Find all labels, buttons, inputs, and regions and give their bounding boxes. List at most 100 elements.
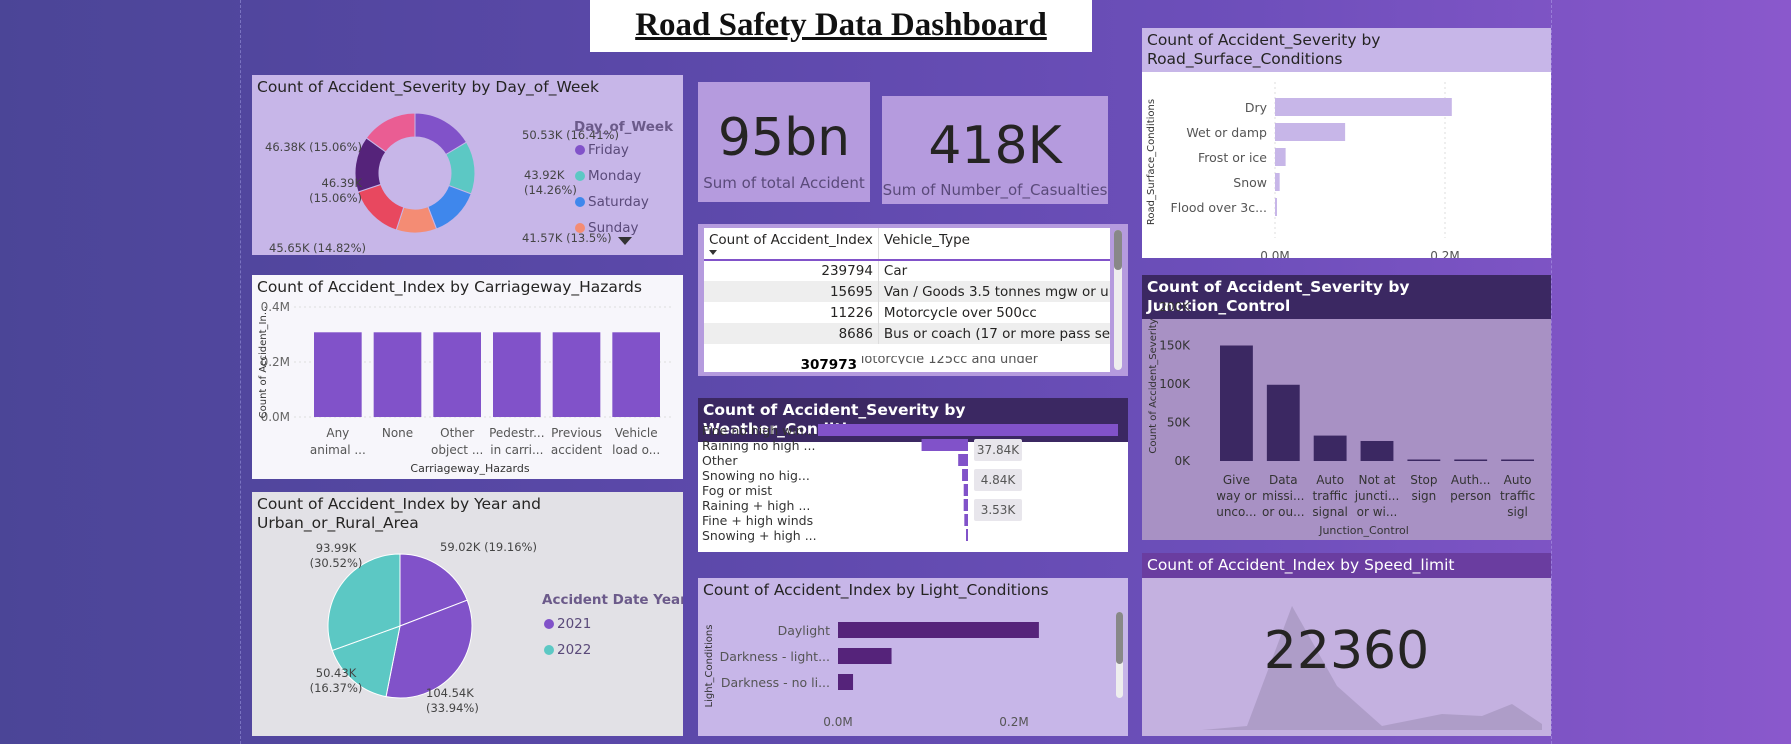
y-tick-label: 100K	[1159, 377, 1191, 391]
x-tick-label: Auto	[1316, 473, 1344, 487]
vehicle-table-frame: Count of Accident_Index Vehicle_Type 239…	[704, 228, 1110, 372]
legend-scroll-down-icon[interactable]	[618, 237, 632, 245]
y-axis-title: Road_Surface_Conditions	[1146, 99, 1157, 225]
road-surface-chart[interactable]: 0.0M 0.2M Dry Wet or damp Frost or ice Snow Fl…	[1142, 72, 1551, 258]
data-label: (14.26%)	[524, 183, 577, 197]
casualties-value: 418K	[928, 116, 1062, 176]
bar-6	[1501, 459, 1534, 461]
junction-panel[interactable]: Count of Accident_Severity by Junction_C…	[1142, 275, 1551, 540]
junction-chart[interactable]: 0K 50K 100K 150K 200KCount of Accident_Sever…	[1142, 298, 1551, 540]
x-tick-label: accident	[551, 443, 602, 457]
bar-0	[1275, 98, 1452, 116]
legend-item: Monday	[588, 168, 641, 184]
year-area-panel[interactable]: Count of Accident_Index by Year and Urba…	[252, 492, 683, 736]
speed-value: 22360	[1263, 621, 1430, 681]
y-tick-label: Snowing no hig...	[702, 468, 810, 483]
data-label: 3.53K	[981, 503, 1017, 517]
table-scrollbar-thumb[interactable]	[1114, 230, 1122, 270]
x-tick-label: 0.0M	[823, 715, 852, 729]
data-label: 43.92K	[524, 168, 565, 182]
light-scrollbar[interactable]	[1116, 612, 1123, 698]
x-tick-label: sigl	[1507, 505, 1528, 519]
x-tick-label: way or	[1216, 489, 1256, 503]
x-tick-label: object ...	[431, 443, 483, 457]
table-header-row: Count of Accident_Index Vehicle_Type	[704, 228, 1110, 261]
table-scrollbar[interactable]	[1114, 230, 1122, 370]
data-label: 4.84K	[981, 473, 1017, 487]
x-tick-label: Any	[326, 426, 349, 440]
light-title: Count of Accident_Index by Light_Conditi…	[703, 581, 1049, 599]
weather-chart[interactable]: Fine no high win...Raining no high ... 37…	[698, 422, 1128, 552]
bar-1	[1266, 384, 1300, 461]
year-area-chart[interactable]: 59.02K (19.16%) 104.54K(33.94%) 50.43K(16.…	[252, 536, 683, 736]
light-chart[interactable]: 0.0M 0.2M Daylight Darkness - light... Darkn…	[698, 602, 1128, 736]
header-vehicle-type[interactable]: Vehicle_Type	[878, 228, 1110, 261]
table-total: 307973	[704, 356, 862, 372]
legend-item: Friday	[588, 142, 629, 158]
y-tick-label: Daylight	[778, 623, 830, 638]
casualties-label: Sum of Number_of_Casualties	[882, 181, 1108, 199]
vehicle-table-panel[interactable]: Count of Accident_Index Vehicle_Type 239…	[698, 224, 1128, 376]
legend-marker	[575, 223, 585, 233]
y-tick-label: Darkness - light...	[720, 649, 830, 664]
bar-4	[1275, 198, 1277, 216]
x-tick-label: Stop	[1410, 473, 1437, 487]
bar-3	[962, 469, 968, 481]
data-label: (33.94%)	[426, 701, 479, 715]
x-tick-label: missi...	[1262, 489, 1304, 503]
x-tick-label: or ou...	[1262, 505, 1304, 519]
road-surface-panel[interactable]: Count of Accident_Severity by Road_Surfa…	[1142, 28, 1551, 258]
bar-1	[921, 439, 968, 451]
dashboard-title-box: Road Safety Data Dashboard	[590, 0, 1092, 52]
legend-title: Accident Date Year	[542, 592, 683, 608]
y-tick-label: Snow	[1233, 175, 1267, 190]
total-accident-card: 95bn Sum of total Accident	[698, 82, 870, 202]
x-tick-label: Other	[440, 426, 474, 440]
x-tick-label: traffic	[1313, 489, 1348, 503]
bar-0	[314, 332, 362, 417]
legend-marker	[575, 197, 585, 207]
legend-marker	[544, 645, 554, 655]
bar-0	[838, 622, 1039, 638]
bar-1	[373, 332, 422, 417]
data-label: 50.43K	[316, 666, 357, 680]
bar-4	[1407, 459, 1441, 461]
y-tick-label: Fine no high win...	[702, 423, 816, 438]
y-tick-label: Darkness - no li...	[721, 675, 830, 690]
legend-item: Sunday	[588, 220, 639, 236]
header-count[interactable]: Count of Accident_Index	[704, 228, 879, 261]
weather-panel[interactable]: Count of Accident_Severity by Weather_Co…	[698, 398, 1128, 552]
bar-5	[963, 499, 968, 511]
x-tick-label: signal	[1312, 505, 1348, 519]
year-area-title: Count of Accident_Index by Year and Urba…	[257, 495, 541, 532]
x-tick-label: Data	[1269, 473, 1298, 487]
y-tick-label: Raining + high ...	[702, 498, 810, 513]
y-tick-label: Raining no high ...	[702, 438, 815, 453]
bar-4	[963, 484, 968, 496]
day-of-week-chart[interactable]: 50.53K (16.41%)43.92K(14.26%)41.57K (13.…	[252, 97, 683, 255]
day-of-week-panel[interactable]: Count of Accident_Severity by Day_of_Wee…	[252, 75, 683, 255]
y-tick-label: Wet or damp	[1186, 125, 1267, 140]
legend-title: Day_of_Week	[574, 119, 674, 135]
legend-item: 2022	[557, 642, 591, 658]
x-tick-label: Auth...	[1451, 473, 1491, 487]
x-tick-label: unco...	[1216, 505, 1256, 519]
total-accident-label: Sum of total Accident	[703, 174, 865, 192]
data-label: 37.84K	[977, 443, 1020, 457]
carriageway-chart[interactable]: 0.0M0.2M0.4MCount of Accident_In...Anyan…	[252, 297, 683, 477]
table-row: 239794 Car	[704, 260, 1110, 281]
light-panel[interactable]: Count of Accident_Index by Light_Conditi…	[698, 578, 1128, 736]
bar-0	[818, 424, 1118, 436]
bar-6	[964, 514, 968, 526]
casualties-card: 418K Sum of Number_of_Casualties	[882, 96, 1108, 204]
x-tick-label: person	[1450, 489, 1491, 503]
x-axis-title: Junction_Control	[1318, 524, 1409, 537]
light-scrollbar-thumb[interactable]	[1116, 612, 1123, 664]
bar-1	[1275, 123, 1346, 141]
x-tick-label: Vehicle	[615, 426, 658, 440]
speed-panel[interactable]: Count of Accident_Index by Speed_limit 2…	[1142, 553, 1551, 736]
x-tick-label: Previous	[551, 426, 602, 440]
legend-marker	[575, 171, 585, 181]
y-tick-label: Fine + high winds	[702, 513, 813, 528]
carriageway-panel[interactable]: Count of Accident_Index by Carriageway_H…	[252, 275, 683, 479]
